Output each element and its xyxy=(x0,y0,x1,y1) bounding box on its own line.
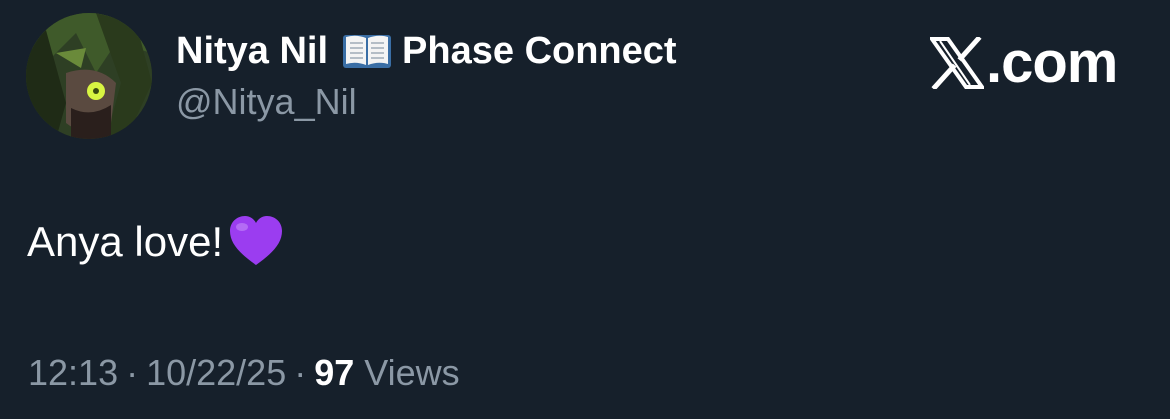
views-label: Views xyxy=(364,352,460,393)
open-book-icon xyxy=(342,31,392,71)
avatar-image xyxy=(26,13,152,139)
tweet-card: Nitya Nil Phase Connect @Nitya_Nil .com … xyxy=(0,0,1170,419)
tweet-text: Anya love! xyxy=(27,210,285,274)
author-org: Phase Connect xyxy=(402,30,677,72)
purple-heart-icon xyxy=(230,216,283,265)
meta-separator: · xyxy=(294,352,307,393)
brand-suffix: .com xyxy=(986,30,1118,95)
tweet-date[interactable]: 10/22/25 xyxy=(146,352,286,393)
author-handle[interactable]: @Nitya_Nil xyxy=(176,80,357,124)
author-name: Nitya Nil xyxy=(176,30,329,72)
avatar[interactable] xyxy=(26,13,152,139)
tweet-time[interactable]: 12:13 xyxy=(28,352,118,393)
brand-watermark: .com xyxy=(930,30,1118,96)
meta-separator: · xyxy=(126,352,139,393)
tweet-meta: 12:13 · 10/22/25 · 97 Views xyxy=(28,350,460,396)
tweet-body: Anya love! xyxy=(27,218,224,265)
x-logo-icon xyxy=(930,37,984,89)
views-count[interactable]: 97 xyxy=(314,352,354,393)
display-name[interactable]: Nitya Nil Phase Connect xyxy=(176,28,677,74)
